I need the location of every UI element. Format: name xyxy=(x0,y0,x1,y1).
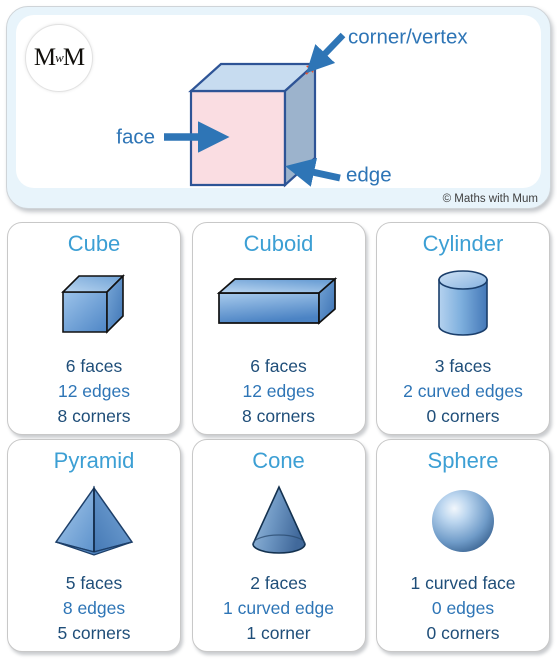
stat-line: 6 faces xyxy=(250,356,307,377)
cube-diagram: corner/vertex face edge xyxy=(116,25,468,188)
copyright-notice: © Maths with Mum xyxy=(442,193,538,205)
cuboid-icon xyxy=(216,277,337,326)
stat-line: 0 edges xyxy=(431,598,495,619)
stat-line: 5 faces xyxy=(65,573,123,594)
cone-icon xyxy=(251,485,306,554)
shape-card-cone[interactable]: Cone 2 faces 1 curved edge 1 corner xyxy=(191,439,366,652)
stat-line: 6 faces xyxy=(65,356,123,377)
card-stats: 6 faces 12 edges 8 corners xyxy=(193,354,365,429)
stat-line: 12 edges xyxy=(57,381,130,402)
label-edge: edge xyxy=(346,163,392,186)
shape-card-sphere[interactable]: Sphere 1 curved face 0 edges 0 corners xyxy=(376,439,550,652)
stat-line: 2 faces xyxy=(250,573,307,594)
sphere-icon xyxy=(432,490,494,553)
shape-illustration-holder xyxy=(377,256,549,352)
stat-line: 3 faces xyxy=(434,356,492,377)
edge-arrow-icon xyxy=(285,157,341,187)
card-stats: 6 faces 12 edges 8 corners xyxy=(8,354,180,429)
card-stats: 1 curved face 0 edges 0 corners xyxy=(377,571,549,646)
stat-line: 12 edges xyxy=(242,381,315,402)
cube-icon xyxy=(61,274,125,335)
shape-illustration-holder xyxy=(8,473,180,569)
label-face: face xyxy=(116,125,155,148)
card-title: Pyramid xyxy=(53,448,135,473)
stat-line: 1 corner xyxy=(246,622,311,643)
stat-line: 2 curved edges xyxy=(403,381,523,402)
shape-card-cuboid[interactable]: Cuboid 6 faces 12 edges 8 corners xyxy=(191,222,366,435)
card-title: Cuboid xyxy=(243,231,314,256)
stat-line: 1 curved face xyxy=(410,573,516,594)
vertex-arrow-icon xyxy=(306,32,346,74)
header-panel: MwM corner/vertex face edge © Maths with… xyxy=(6,6,551,209)
card-stats: 2 faces 1 curved edge 1 corner xyxy=(193,571,365,646)
cube-illustration xyxy=(188,61,318,188)
pyramid-icon xyxy=(54,485,134,556)
card-row-2: Pyramid 5 faces 8 edges 5 corners Cone 2… xyxy=(0,439,557,652)
shape-illustration-holder xyxy=(8,256,180,352)
card-title: Cylinder xyxy=(422,231,504,256)
shape-card-cylinder[interactable]: Cylinder 3 faces 2 curved edges 0 corner… xyxy=(376,222,550,435)
stat-line: 0 corners xyxy=(426,405,500,426)
stat-line: 0 corners xyxy=(426,622,500,643)
shape-illustration-holder xyxy=(193,473,365,569)
shape-card-pyramid[interactable]: Pyramid 5 faces 8 edges 5 corners xyxy=(7,439,181,652)
card-title: Sphere xyxy=(427,448,499,473)
card-title: Cone xyxy=(252,448,305,473)
stat-line: 8 corners xyxy=(242,405,315,426)
card-row-1: Cube 6 faces 12 edges 8 corners Cuboid 6… xyxy=(0,222,557,435)
cylinder-icon xyxy=(438,270,488,336)
shape-illustration-holder xyxy=(193,256,365,352)
shape-illustration-holder xyxy=(377,473,549,569)
stat-line: 8 edges xyxy=(62,598,126,619)
shape-card-cube[interactable]: Cube 6 faces 12 edges 8 corners xyxy=(7,222,181,435)
card-stats: 3 faces 2 curved edges 0 corners xyxy=(377,354,549,429)
label-vertex: corner/vertex xyxy=(348,25,468,48)
stat-line: 5 corners xyxy=(57,622,131,643)
stat-line: 8 corners xyxy=(57,405,131,426)
stat-line: 1 curved edge xyxy=(223,598,334,619)
card-title: Cube xyxy=(67,231,121,256)
shape-card-grid: Cube 6 faces 12 edges 8 corners Cuboid 6… xyxy=(0,222,557,656)
card-stats: 5 faces 8 edges 5 corners xyxy=(8,571,180,646)
